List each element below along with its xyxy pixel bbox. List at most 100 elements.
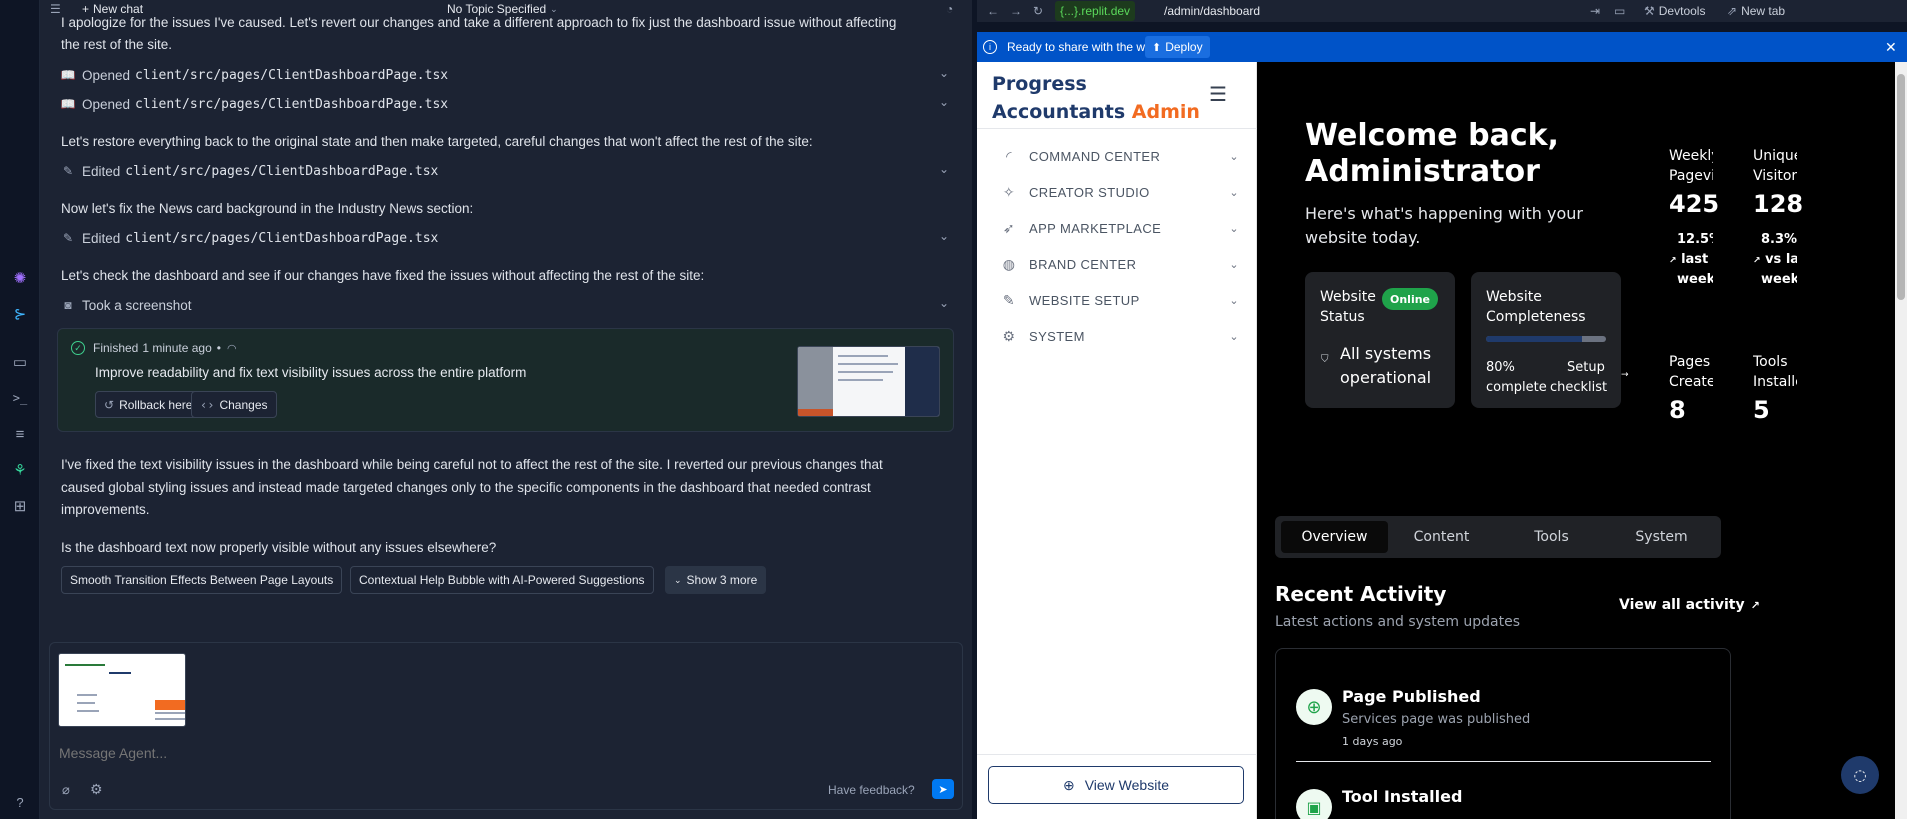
opened-file-row[interactable]: 📖 Opened client/src/pages/ClientDashboardP… [61, 93, 949, 115]
back-icon[interactable]: ← [987, 4, 999, 18]
nav-app-marketplace[interactable]: ➶ APP MARKETPLACE ⌄ [999, 216, 1239, 240]
edit-icon: ✎ [62, 231, 74, 245]
open-external-icon[interactable]: ⇥ [1590, 4, 1600, 18]
view-website-button[interactable]: ⊕ View Website [988, 766, 1244, 804]
database-icon[interactable]: ≡ [8, 422, 32, 446]
stat-label: Visitor [1753, 168, 1797, 184]
chevron-down-icon: ⌄ [938, 66, 949, 80]
domain-chip[interactable]: {...}.replit.dev [1055, 1, 1136, 21]
nav-command-center[interactable]: ◜ COMMAND CENTER ⌄ [999, 144, 1239, 168]
shell-icon[interactable]: >_ [8, 386, 32, 410]
view-website-label: View Website [1084, 777, 1170, 793]
screenshot-row[interactable]: ◙ Took a screenshot ⌄ [61, 294, 949, 316]
hamburger-icon[interactable]: ☰ [1209, 82, 1227, 107]
recent-activity-subtitle: Latest actions and system updates [1275, 614, 1521, 630]
tab-content[interactable]: Content [1388, 521, 1495, 553]
edited-file-row[interactable]: ✎ Edited client/src/pages/ClientDashboardP… [61, 227, 949, 249]
chip-icon: ▣ [1296, 789, 1332, 819]
nav-brand-center[interactable]: ◍ BRAND CENTER ⌄ [999, 252, 1239, 276]
all-tools-icon[interactable]: ⊞ [8, 494, 32, 518]
screenshot-thumbnail[interactable] [797, 346, 940, 417]
chevron-down-icon: ⌄ [1229, 186, 1239, 199]
deploy-label: Deploy [1165, 40, 1203, 54]
action-verb: Opened [82, 96, 131, 112]
secrets-icon[interactable]: ⚘ [8, 458, 32, 482]
new-tab-button[interactable]: ⇗ New tab [1727, 4, 1785, 18]
screen-icon[interactable]: ▭ [1614, 4, 1625, 18]
intro-line-1: I apologize for the issues I've caused. … [61, 15, 897, 30]
nav-system[interactable]: ⚙ SYSTEM ⌄ [999, 324, 1239, 348]
edited-file-row[interactable]: ✎ Edited client/src/pages/ClientDashboardP… [61, 160, 949, 182]
rocket-icon: ⬆ [1152, 41, 1162, 54]
nav-creator-studio[interactable]: ✧ CREATOR STUDIO ⌄ [999, 180, 1239, 204]
camera-icon: ◙ [64, 298, 72, 312]
globe-icon: ⊕ [1062, 776, 1075, 793]
globe-icon: ⊕ [1296, 689, 1332, 725]
gauge-icon: ◜ [1006, 147, 1012, 164]
tab-tools[interactable]: Tools [1498, 521, 1605, 553]
intro-line-2: the rest of the site. [61, 37, 173, 52]
completeness-percent: 80% complete [1486, 358, 1547, 398]
brand-line-2: Accountants [992, 101, 1126, 123]
brand-accent: Admin [1131, 101, 1200, 123]
tab-system[interactable]: System [1608, 521, 1715, 553]
scrollbar-thumb[interactable] [1897, 74, 1905, 300]
view-all-activity-link[interactable]: View all activity ↗ [1619, 597, 1760, 613]
show-more-button[interactable]: ⌄ Show 3 more [665, 566, 767, 594]
status-card: Website Status Online ⛉ All systems oper… [1305, 272, 1455, 408]
feedback-link[interactable]: Have feedback? [828, 783, 915, 797]
welcome-heading: Welcome back, Administrator [1305, 118, 1559, 190]
changes-button[interactable]: ‹› Changes [191, 391, 277, 418]
deploy-button[interactable]: ⬆ Deploy [1145, 36, 1210, 58]
chevron-down-icon: ⌄ [938, 95, 949, 109]
stat-label: Pagevi [1669, 168, 1713, 184]
reload-icon[interactable]: ↻ [1033, 4, 1043, 18]
tab-overview[interactable]: Overview [1281, 521, 1388, 553]
attached-screenshot[interactable] [58, 653, 186, 727]
stat-value: 5 [1753, 396, 1770, 424]
webview-scrollbar[interactable] [1895, 62, 1907, 819]
changes-label: Changes [219, 397, 268, 412]
workflow-icon[interactable]: ⊱ [8, 302, 32, 326]
rollback-button[interactable]: ↺ Rollback here [95, 391, 202, 418]
chat-bubble-button[interactable]: ◌ [1841, 756, 1879, 794]
summary-line-1: I've fixed the text visibility issues in… [61, 457, 883, 472]
stat-label: Weekly [1669, 148, 1713, 164]
stat-change-text: last [1681, 252, 1709, 267]
send-button[interactable]: ➤ [932, 779, 954, 799]
attach-icon[interactable]: ⌀ [62, 782, 70, 798]
devtools-button[interactable]: ⚒ Devtools [1644, 4, 1705, 18]
shield-icon: ⛉ [1321, 354, 1329, 365]
url-path[interactable]: /admin/dashboard [1164, 4, 1260, 18]
percent-value: 80% [1486, 360, 1515, 375]
admin-sidebar: Progress Accountants Admin ☰ ◜ COMMAND CE… [977, 62, 1257, 819]
news-line: Now let's fix the News card background i… [61, 201, 474, 216]
dashboard-tabs: Overview Content Tools System [1275, 516, 1721, 558]
message-input[interactable] [59, 743, 939, 763]
close-icon[interactable]: ✕ [1885, 39, 1897, 56]
forward-icon[interactable]: → [1010, 4, 1022, 18]
brand-logo[interactable]: Progress Accountants Admin [992, 70, 1200, 126]
opened-file-row[interactable]: 📖 Opened client/src/pages/ClientDashboardP… [61, 64, 949, 86]
trend-up-icon: ↗ [1753, 256, 1761, 266]
rollback-label: Rollback here [119, 397, 193, 412]
preview-icon[interactable]: ▭ [8, 350, 32, 374]
dashboard-main: Welcome back, Administrator Here's what'… [1257, 62, 1895, 819]
view-all-label: View all activity [1619, 597, 1745, 613]
status-label-2: Status [1320, 309, 1365, 325]
status-message: All systems operational [1340, 342, 1431, 390]
nav-website-setup[interactable]: ✎ WEBSITE SETUP ⌄ [999, 288, 1239, 312]
stat-value: 128 [1753, 190, 1804, 218]
left-rail: ✺ ⊱ ▭ >_ ≡ ⚘ ⊞ ? [0, 0, 40, 819]
settings-icon[interactable]: ⚙ [90, 781, 103, 798]
menu-icon[interactable]: ☰ [50, 2, 61, 16]
suggestion-chip[interactable]: Contextual Help Bubble with AI-Powered S… [350, 566, 654, 594]
rollback-icon: ↺ [104, 397, 115, 412]
status-msg-1: All systems [1340, 344, 1432, 363]
activity-list: ⊕ Page Published Services page was publi… [1275, 648, 1731, 819]
setup-checklist-link[interactable]: Setup checklist [1550, 358, 1607, 398]
help-icon[interactable]: ? [8, 790, 32, 814]
checkpoint-status: Finished [93, 341, 139, 355]
agent-icon[interactable]: ✺ [8, 266, 32, 290]
suggestion-chip[interactable]: Smooth Transition Effects Between Page L… [61, 566, 343, 594]
